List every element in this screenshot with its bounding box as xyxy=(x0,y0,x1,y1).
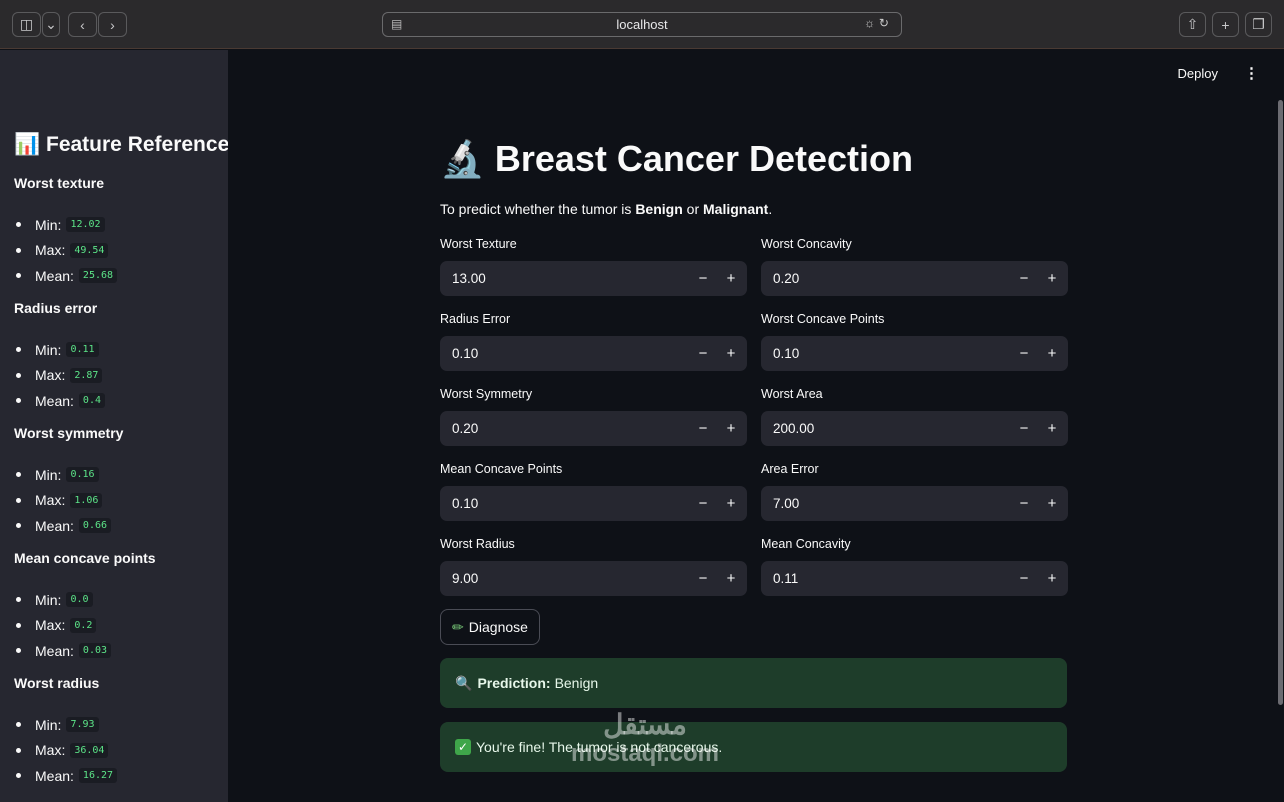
result-text: You're fine! The tumor is not cancerous. xyxy=(476,739,723,755)
address-bar[interactable]: ▤ localhost ☼↻ xyxy=(382,12,902,37)
magnifier-icon: 🔍 xyxy=(455,674,473,691)
decrement-button[interactable]: − xyxy=(689,561,717,596)
page-settings-icon[interactable]: ▤ xyxy=(391,17,402,31)
list-item: Max: 1.06 xyxy=(14,488,123,514)
list-item: Min: 12.02 xyxy=(14,212,117,238)
url-text: localhost xyxy=(616,17,668,32)
field-label: Mean Concavity xyxy=(761,537,851,551)
increment-button[interactable]: + xyxy=(717,486,745,521)
mean-concave-points-field: Mean Concave Points 0.10− + xyxy=(440,462,747,521)
deploy-button[interactable]: Deploy xyxy=(1178,66,1218,81)
list-item: Min: 0.0 xyxy=(14,587,156,613)
more-menu-icon[interactable]: ⋮ xyxy=(1244,64,1259,82)
list-item: Mean: 0.03 xyxy=(14,638,156,664)
section-heading: Worst symmetry xyxy=(14,425,124,441)
increment-button[interactable]: + xyxy=(1038,486,1066,521)
bar-chart-icon: 📊 xyxy=(14,133,41,156)
area-error-field: Area Error 7.00− + xyxy=(761,462,1068,521)
list-item: Max: 49.54 xyxy=(14,238,117,264)
field-label: Worst Concavity xyxy=(761,237,852,251)
decrement-button[interactable]: − xyxy=(1010,336,1038,371)
worst-symmetry-field: Worst Symmetry 0.20− + xyxy=(440,387,747,446)
increment-button[interactable]: + xyxy=(717,336,745,371)
field-label: Radius Error xyxy=(440,312,511,326)
field-label: Worst Radius xyxy=(440,537,515,551)
sidebar: 📊 Feature Reference Worst texture Min: 12… xyxy=(0,50,228,802)
list-item: Mean: 0.4 xyxy=(14,388,105,414)
section-worst-symmetry: Worst symmetry Min: 0.16 Max: 1.06 Mean: 0.… xyxy=(14,425,123,539)
section-heading: Radius error xyxy=(14,300,98,316)
list-item: Min: 7.93 xyxy=(14,712,117,738)
increment-button[interactable]: + xyxy=(1038,411,1066,446)
section-radius-error: Radius error Min: 0.11 Max: 2.87 Mean: 0.4 xyxy=(14,300,105,414)
microscope-icon: 🔬 xyxy=(440,138,485,179)
worst-concave-points-field: Worst Concave Points 0.10− + xyxy=(761,312,1068,371)
main-content: Deploy ⋮ 🔬 Breast Cancer Detection To pre… xyxy=(228,50,1284,802)
radius-error-field: Radius Error 0.10− + xyxy=(440,312,747,371)
prediction-label: Prediction: xyxy=(477,675,551,691)
worst-area-field: Worst Area 200.00− + xyxy=(761,387,1068,446)
page-title: 🔬 Breast Cancer Detection xyxy=(440,138,913,179)
decrement-button[interactable]: − xyxy=(689,411,717,446)
section-heading: Worst texture xyxy=(14,175,104,191)
decrement-button[interactable]: − xyxy=(689,486,717,521)
decrement-button[interactable]: − xyxy=(1010,561,1038,596)
forward-button[interactable]: › xyxy=(98,12,127,37)
section-heading: Worst radius xyxy=(14,675,100,691)
increment-button[interactable]: + xyxy=(1038,336,1066,371)
mean-concavity-field: Mean Concavity 0.11− + xyxy=(761,537,1068,596)
decrement-button[interactable]: − xyxy=(689,261,717,296)
prediction-value: Benign xyxy=(554,675,599,691)
share-button[interactable]: ⇧ xyxy=(1179,12,1206,37)
scrollbar[interactable] xyxy=(1278,100,1283,705)
increment-button[interactable]: + xyxy=(1038,561,1066,596)
field-label: Worst Texture xyxy=(440,237,517,251)
section-heading: Mean concave points xyxy=(14,550,156,566)
list-item: Min: 0.16 xyxy=(14,462,123,488)
tab-overview-button[interactable]: ❐ xyxy=(1245,12,1272,37)
result-alert: ✓ You're fine! The tumor is not cancerou… xyxy=(440,722,1067,772)
list-item: Max: 2.87 xyxy=(14,363,105,389)
back-button[interactable]: ‹ xyxy=(68,12,97,37)
list-item: Min: 0.11 xyxy=(14,337,105,363)
sidebar-toggle-button[interactable]: ◫ xyxy=(12,12,41,37)
test-tube-icon: ✏ xyxy=(452,618,464,635)
increment-button[interactable]: + xyxy=(717,411,745,446)
prediction-alert: 🔍 Prediction: Benign xyxy=(440,658,1067,708)
worst-radius-field: Worst Radius 9.00− + xyxy=(440,537,747,596)
field-label: Worst Symmetry xyxy=(440,387,533,401)
worst-texture-field: Worst Texture 13.00− + xyxy=(440,237,747,296)
decrement-button[interactable]: − xyxy=(1010,411,1038,446)
page-subtitle: To predict whether the tumor is Benign o… xyxy=(440,201,773,217)
diagnose-button[interactable]: ✏ Diagnose xyxy=(440,609,540,645)
decrement-button[interactable]: − xyxy=(1010,261,1038,296)
decrement-button[interactable]: − xyxy=(689,336,717,371)
check-icon: ✓ xyxy=(455,739,471,755)
increment-button[interactable]: + xyxy=(717,561,745,596)
browser-toolbar: ◫ ⌄ ‹ › ▤ localhost ☼↻ ⇧ + ❐ xyxy=(0,0,1284,49)
list-item: Mean: 16.27 xyxy=(14,763,118,789)
chevron-down-icon[interactable]: ⌄ xyxy=(42,12,60,37)
list-item: Mean: 25.68 xyxy=(14,263,118,289)
section-mean-concave-points: Mean concave points Min: 0.0 Max: 0.2 Mean… xyxy=(14,550,156,664)
field-label: Mean Concave Points xyxy=(440,462,563,476)
decrement-button[interactable]: − xyxy=(1010,486,1038,521)
list-item: Max: 0.2 xyxy=(14,613,156,639)
increment-button[interactable]: + xyxy=(1038,261,1066,296)
list-item: Mean: 0.66 xyxy=(14,513,123,539)
section-worst-radius: Worst radius Min: 7.93 Max: 36.04 Mean: 16.… xyxy=(14,675,118,789)
increment-button[interactable]: + xyxy=(717,261,745,296)
sidebar-title: 📊 Feature Reference xyxy=(14,133,228,156)
field-label: Worst Area xyxy=(761,387,823,401)
translate-reload-icons[interactable]: ☼↻ xyxy=(864,16,893,30)
section-worst-texture: Worst texture Min: 12.02 Max: 49.54 Mean: 2… xyxy=(14,175,118,289)
field-label: Worst Concave Points xyxy=(761,312,885,326)
field-label: Area Error xyxy=(761,462,819,476)
list-item: Max: 36.04 xyxy=(14,738,117,764)
worst-concavity-field: Worst Concavity 0.20− + xyxy=(761,237,1068,296)
new-tab-button[interactable]: + xyxy=(1212,12,1239,37)
